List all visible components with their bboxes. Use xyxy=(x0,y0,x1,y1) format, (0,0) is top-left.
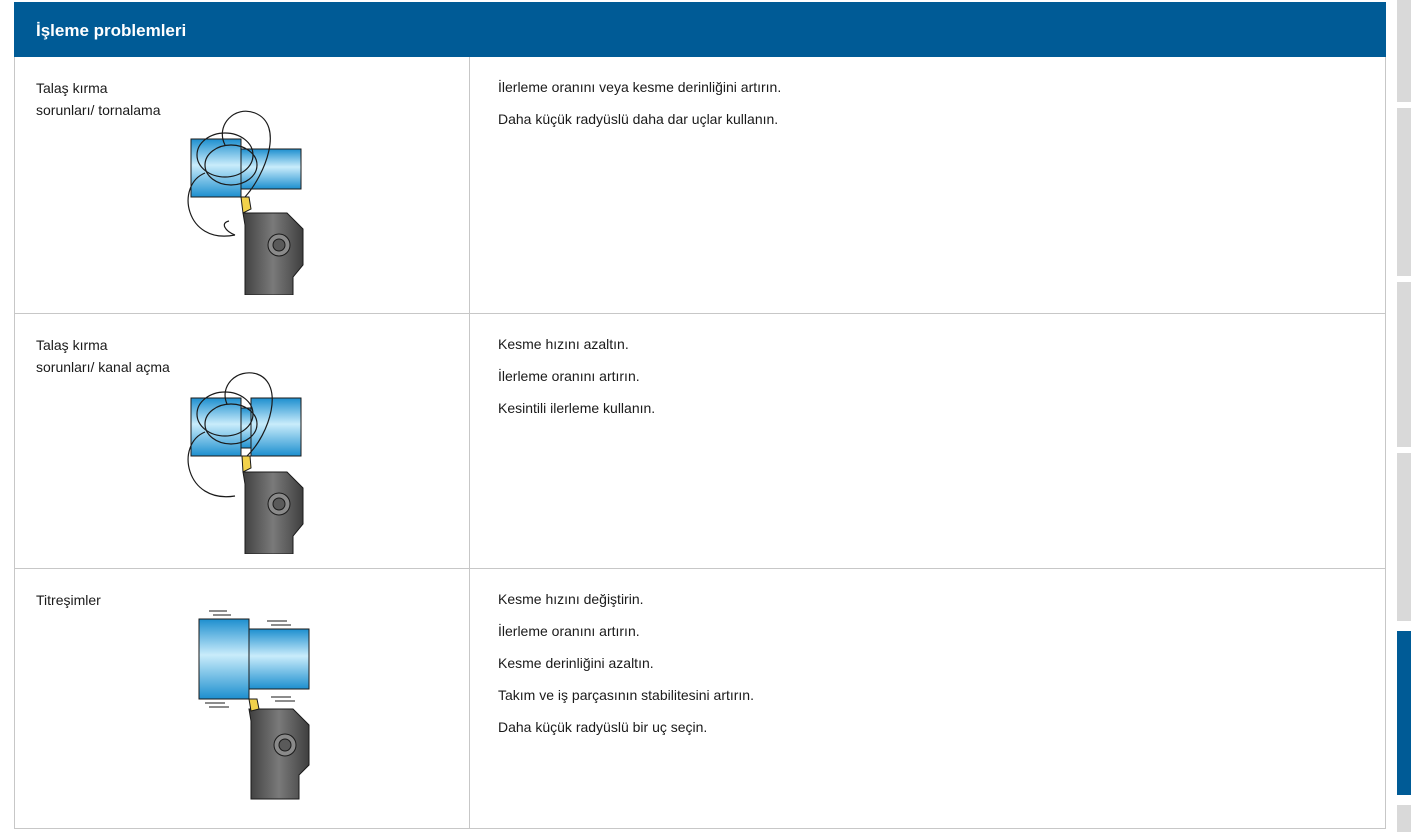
solution-item: Kesme derinliğini azaltın. xyxy=(498,655,654,671)
chapter-tab[interactable] xyxy=(1397,0,1411,102)
problem-line: Talaş kırma xyxy=(36,337,108,353)
table-row: Titreşimler Kesme hızını değiştirin. İle… xyxy=(15,569,1385,828)
solution-item: İlerleme oranını artırın. xyxy=(498,368,640,384)
table-row: Talaş kırma sorunları/ tornalama İlerlem… xyxy=(15,57,1385,314)
section-title: İşleme problemleri xyxy=(36,21,187,40)
chapter-tab[interactable] xyxy=(1397,453,1411,621)
problems-table: Talaş kırma sorunları/ tornalama İlerlem… xyxy=(14,57,1386,829)
vibration-illustration xyxy=(198,610,310,800)
chapter-tab-active[interactable] xyxy=(1397,631,1411,795)
solution-item: Takım ve iş parçasının stabilitesini art… xyxy=(498,687,754,703)
solution-item: Kesme hızını değiştirin. xyxy=(498,591,644,607)
grooving-chip-illustration xyxy=(187,372,304,554)
section-header: İşleme problemleri xyxy=(14,2,1386,57)
chapter-tab[interactable] xyxy=(1397,805,1411,832)
solutions-list: Kesme hızını azaltın. İlerleme oranını a… xyxy=(498,334,1358,430)
solution-item: İlerleme oranını artırın. xyxy=(498,623,640,639)
page: İşleme problemleri Talaş kırma sorunları… xyxy=(0,0,1388,832)
solutions-list: İlerleme oranını veya kesme derinliğini … xyxy=(498,77,1358,141)
solution-item: Daha küçük radyüslü bir uç seçin. xyxy=(498,719,708,735)
problem-line: Talaş kırma xyxy=(36,80,108,96)
solution-item: Daha küçük radyüslü daha dar uçlar kulla… xyxy=(498,111,779,127)
solutions-list: Kesme hızını değiştirin. İlerleme oranın… xyxy=(498,589,1358,749)
chapter-tab[interactable] xyxy=(1397,108,1411,276)
table-row: Talaş kırma sorunları/ kanal açma Kesme … xyxy=(15,314,1385,569)
column-divider xyxy=(469,569,470,828)
turning-chip-illustration xyxy=(187,110,304,295)
solution-item: İlerleme oranını veya kesme derinliğini … xyxy=(498,79,782,95)
column-divider xyxy=(469,314,470,568)
solution-item: Kesme hızını azaltın. xyxy=(498,336,629,352)
solution-item: Kesintili ilerleme kullanın. xyxy=(498,400,656,416)
column-divider xyxy=(469,57,470,313)
chapter-tab[interactable] xyxy=(1397,282,1411,447)
